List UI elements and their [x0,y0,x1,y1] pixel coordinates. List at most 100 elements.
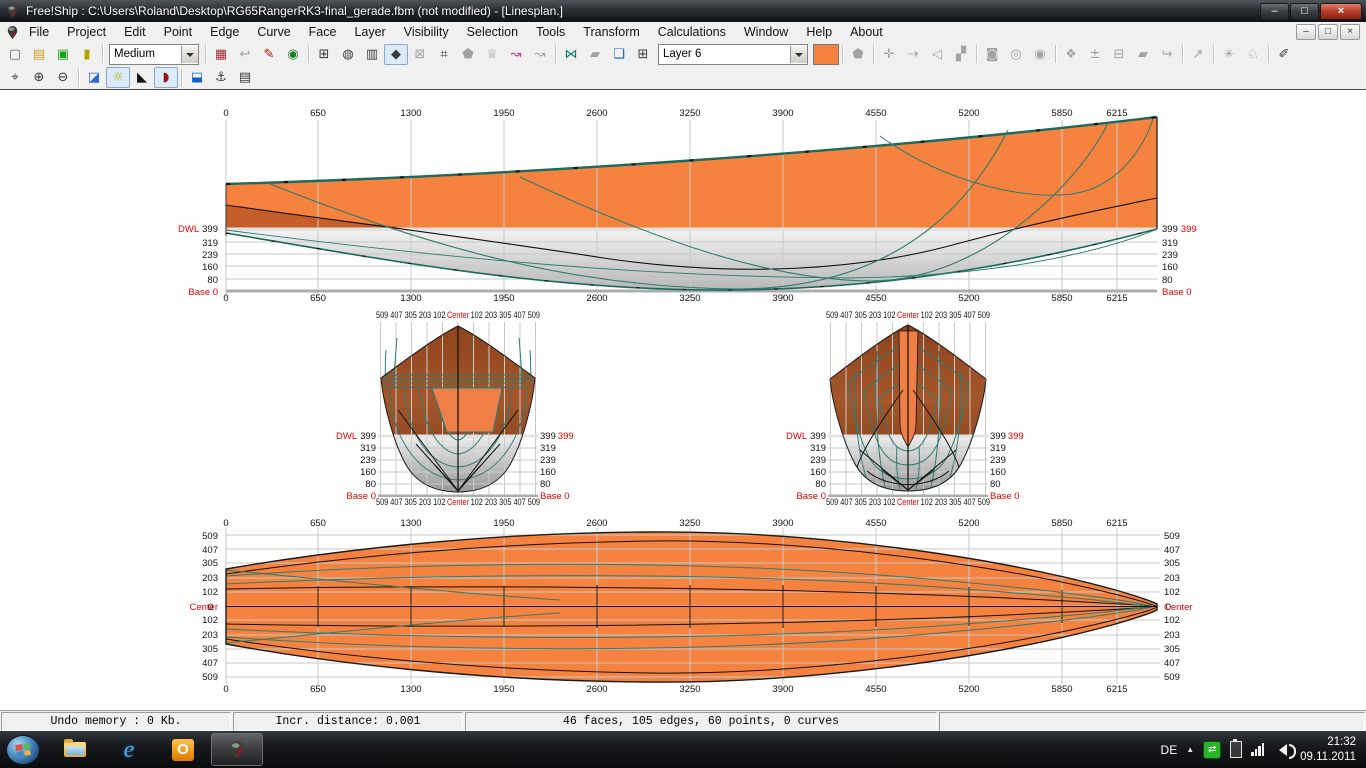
taskbar-outlook-button[interactable]: O [157,733,209,766]
precision-select[interactable]: Medium [109,44,199,65]
intersect-edges-button[interactable]: ⇢ [901,44,925,65]
zoom-in-button[interactable]: ⊕ [27,67,51,88]
menu-face[interactable]: Face [300,22,346,42]
menu-curve[interactable]: Curve [248,22,299,42]
zoom-extents-icon: ⌖ [11,70,18,85]
menu-file[interactable]: File [20,22,58,42]
save-file-button[interactable]: ▣ [51,44,75,65]
lackenby-button[interactable]: ↗ [1186,44,1210,65]
toolbar-separator [555,45,556,63]
menu-transform[interactable]: Transform [574,22,649,42]
mirror-panels-button[interactable]: ▰ [583,44,607,65]
menu-help[interactable]: Help [797,22,841,42]
grid-icon: ⊞ [319,47,330,62]
hydrostatics-button[interactable]: ⌗ [432,44,456,65]
menu-layer[interactable]: Layer [345,22,394,42]
open-file-button[interactable]: ▤ [27,44,51,65]
transform-move-button[interactable]: ⊟ [1107,44,1131,65]
interior-edges-button[interactable]: ◉ [281,44,305,65]
menu-point[interactable]: Point [155,22,202,42]
chevron-down-icon[interactable] [790,46,807,63]
menu-selection[interactable]: Selection [458,22,527,42]
minimize-button[interactable]: – [1260,3,1289,20]
mdi-restore-button[interactable]: □ [1318,24,1338,40]
save-image-button[interactable]: ⬓ [185,67,209,88]
svg-text:203: 203 [1164,630,1180,641]
taskbar-ie-button[interactable]: e [103,733,155,766]
rotate-icon: ▰ [1138,47,1148,62]
lock-points-button[interactable]: ◙ [980,44,1004,65]
tray-expand-arrow[interactable]: ▲ [1186,745,1194,754]
menu-about[interactable]: About [841,22,892,42]
undo-button[interactable]: ↩ [233,44,257,65]
zoom-extents-button[interactable]: ⌖ [3,67,27,88]
menu-calculations[interactable]: Calculations [649,22,735,42]
mdi-close-button[interactable]: × [1340,24,1360,40]
network-signal-icon[interactable] [1251,743,1264,756]
restore-button[interactable]: □ [1290,3,1319,20]
layer-color-swatch[interactable] [813,44,839,65]
zoom-out-button[interactable]: ⊖ [51,67,75,88]
insert-plane-button[interactable]: ✛ [877,44,901,65]
volume-icon[interactable] [1273,744,1287,756]
waterline-label: 80 [815,479,826,490]
linesplan-canvas[interactable]: 0650130019502600325039004550520058506215… [0,90,1366,710]
menu-tools[interactable]: Tools [527,22,574,42]
menu-window[interactable]: Window [735,22,797,42]
sync-tray-icon[interactable]: ⇄ [1203,741,1221,759]
menu-project[interactable]: Project [58,22,115,42]
fill-mode-button[interactable]: ◣ [130,67,154,88]
print-button[interactable]: ▤ [233,67,257,88]
language-indicator[interactable]: DE [1161,743,1178,757]
exit-button[interactable]: ▮ [75,44,99,65]
marker-pen-button[interactable]: ✐ [1272,44,1296,65]
control-curves-button[interactable]: ◍ [336,44,360,65]
normals-button[interactable]: ↝ [528,44,552,65]
transform-rotate-button[interactable]: ▰ [1131,44,1155,65]
export-model-button[interactable]: ⚓ [209,67,233,88]
both-sides-button[interactable]: ⋈ [559,44,583,65]
menu-visibility[interactable]: Visibility [395,22,458,42]
toolbar-separator [1213,45,1214,63]
wireframe-light-button[interactable]: ☼ [106,67,130,88]
flowlines-button[interactable]: ⬟ [456,44,480,65]
extrude-edges-button[interactable]: ◁ [925,44,949,65]
chevron-down-icon[interactable] [181,46,198,63]
layer-select[interactable]: Layer 6 [658,44,808,65]
curvature-button[interactable]: ↝ [504,44,528,65]
edit-mode-button[interactable]: ✎ [257,44,281,65]
intersections-button[interactable]: ⊞ [312,44,336,65]
markers-icon: ♕ [486,47,498,62]
intersect-layers-button[interactable]: ✳ [1217,44,1241,65]
new-file-button[interactable]: ▢ [3,44,27,65]
bodyplan-aft-view: 509 407 305 203 102Center102 203 305 407… [336,310,574,508]
shade-button[interactable]: ◆ [384,44,408,65]
spray-color-button[interactable]: ◪ [82,67,106,88]
developability-button[interactable]: ⊠ [408,44,432,65]
clock[interactable]: 21:32 09.11.2011 [1300,735,1356,764]
control-net-button[interactable]: ▦ [209,44,233,65]
layer-arrange-button[interactable]: ⊞ [631,44,655,65]
layer-properties-button[interactable]: ❏ [607,44,631,65]
stations-button[interactable]: ▥ [360,44,384,65]
close-button[interactable]: × [1320,3,1362,20]
waterline-label: 319 [202,238,218,249]
flip-normals-button[interactable]: ± [1083,44,1107,65]
menu-edge[interactable]: Edge [201,22,248,42]
menu-edit[interactable]: Edit [115,22,155,42]
mdi-minimize-button[interactable]: – [1296,24,1316,40]
unlock-points-button[interactable]: ◎ [1004,44,1028,65]
perspective-button[interactable]: ⬟ [846,44,870,65]
shaded-mode-button[interactable]: ◗ [154,67,178,88]
transform-mirror-button[interactable]: ↪ [1155,44,1179,65]
new-face-button[interactable]: ❖ [1059,44,1083,65]
menu-bar: File Project Edit Point Edge Curve Face … [0,22,1366,43]
unlock-all-button[interactable]: ◉ [1028,44,1052,65]
split-section-button[interactable]: ▞ [949,44,973,65]
markers-button[interactable]: ♕ [480,44,504,65]
check-model-button[interactable]: ♘ [1241,44,1265,65]
taskbar-freeship-button[interactable] [211,733,263,766]
start-button[interactable] [6,735,40,765]
battery-icon[interactable] [1230,741,1242,758]
taskbar-explorer-button[interactable] [49,733,101,766]
